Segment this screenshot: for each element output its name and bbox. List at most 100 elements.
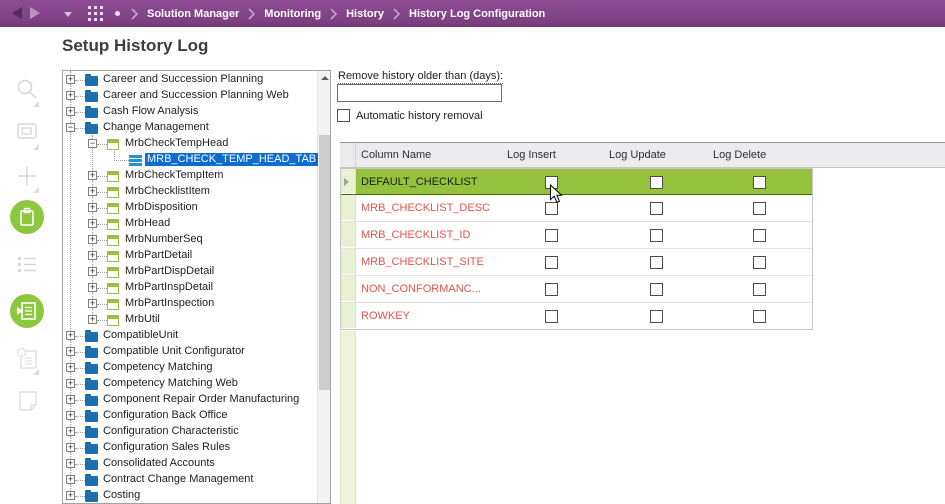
tree-item-label[interactable]: Competency Matching — [101, 361, 214, 374]
log-insert-checkbox[interactable] — [545, 283, 558, 296]
history-dropdown-icon[interactable] — [64, 12, 72, 17]
tree-item-label[interactable]: Costing — [101, 489, 142, 502]
row-selector-cell[interactable] — [340, 195, 356, 221]
tree-item-mrbnumberseq[interactable]: MrbNumberSeq — [63, 232, 330, 248]
tree-item-label[interactable]: MrbHead — [123, 217, 172, 230]
tree-item-label[interactable]: MRB_CHECK_TEMP_HEAD_TAB — [145, 153, 319, 166]
tree-item-mrbpartdetail[interactable]: MrbPartDetail — [63, 248, 330, 264]
collapse-icon[interactable] — [66, 123, 75, 132]
tree-item-label[interactable]: Configuration Characteristic — [101, 425, 241, 438]
tree-item-change-management[interactable]: Change Management — [63, 120, 330, 136]
expand-icon[interactable] — [66, 107, 75, 116]
tree-item-label[interactable]: MrbDisposition — [123, 201, 200, 214]
row-selector-cell[interactable] — [340, 222, 356, 248]
tree-item-mrbpartinspection[interactable]: MrbPartInspection — [63, 296, 330, 312]
note-icon[interactable] — [16, 389, 40, 418]
column-name-cell[interactable]: DEFAULT_CHECKLIST — [361, 169, 478, 194]
tree-item-label[interactable]: Change Management — [101, 121, 211, 134]
expand-icon[interactable] — [66, 331, 75, 340]
scrollbar-thumb[interactable] — [319, 135, 330, 390]
tree-item-configuration-characteristic[interactable]: Configuration Characteristic — [63, 424, 330, 440]
row-selector-cell[interactable] — [340, 169, 356, 194]
tree-item-contract-change-management[interactable]: Contract Change Management — [63, 472, 330, 488]
tree-item-component-repair-order-manufacturing[interactable]: Component Repair Order Manufacturing — [63, 392, 330, 408]
grid-row-rowkey[interactable]: ROWKEY — [340, 303, 813, 330]
log-delete-checkbox[interactable] — [753, 229, 766, 242]
tree-item-label[interactable]: MrbPartDispDetail — [123, 265, 216, 278]
tree-item-mrbdisposition[interactable]: MrbDisposition — [63, 200, 330, 216]
tree-item-configuration-sales-rules[interactable]: Configuration Sales Rules — [63, 440, 330, 456]
tree-item-mrbpartinspdetail[interactable]: MrbPartInspDetail — [63, 280, 330, 296]
log-delete-checkbox[interactable] — [753, 176, 766, 189]
log-update-checkbox[interactable] — [650, 256, 663, 269]
log-delete-checkbox[interactable] — [753, 256, 766, 269]
tree-item-label[interactable]: MrbUtil — [123, 313, 162, 326]
tree-item-label[interactable]: MrbCheckTempItem — [123, 169, 225, 182]
log-delete-checkbox[interactable] — [753, 310, 766, 323]
forward-icon[interactable] — [30, 7, 40, 19]
tree-item-mrb-check-temp-head-tab[interactable]: MRB_CHECK_TEMP_HEAD_TAB — [63, 152, 330, 168]
expand-icon[interactable] — [66, 347, 75, 356]
tree-item-label[interactable]: MrbPartInspection — [123, 297, 216, 310]
tree-item-competency-matching-web[interactable]: Competency Matching Web — [63, 376, 330, 392]
log-update-checkbox[interactable] — [650, 310, 663, 323]
tree-item-label[interactable]: MrbCheckTempHead — [123, 137, 230, 150]
grid-row-mrb-checklist-id[interactable]: MRB_CHECKLIST_ID — [340, 222, 813, 249]
back-icon[interactable] — [12, 7, 22, 19]
column-name-cell[interactable]: ROWKEY — [361, 303, 410, 329]
breadcrumb-history-log-configuration[interactable]: History Log Configuration — [409, 8, 545, 20]
row-selector-cell[interactable] — [340, 303, 356, 329]
expand-icon[interactable] — [66, 491, 75, 500]
tree-item-mrbutil[interactable]: MrbUtil — [63, 312, 330, 328]
tree-item-career-and-succession-planning[interactable]: Career and Succession Planning — [63, 72, 330, 88]
grid-row-non-conformanc[interactable]: NON_CONFORMANC... — [340, 276, 813, 303]
tree-item-mrbchecklistitem[interactable]: MrbChecklistItem — [63, 184, 330, 200]
tree-item-label[interactable]: MrbPartInspDetail — [123, 281, 215, 294]
document-navigator-icon[interactable] — [10, 294, 44, 328]
expand-icon[interactable] — [88, 299, 97, 308]
tree-item-label[interactable]: Consolidated Accounts — [101, 457, 217, 470]
tree-item-mrbchecktemphead[interactable]: MrbCheckTempHead — [63, 136, 330, 152]
tree-item-mrbhead[interactable]: MrbHead — [63, 216, 330, 232]
column-name-cell[interactable]: MRB_CHECKLIST_ID — [361, 222, 470, 248]
checklist-icon[interactable] — [16, 255, 38, 278]
log-insert-checkbox[interactable] — [545, 229, 558, 242]
scroll-up-icon[interactable] — [318, 71, 330, 84]
expand-icon[interactable] — [66, 395, 75, 404]
expand-icon[interactable] — [66, 363, 75, 372]
grid-row-default-checklist[interactable]: DEFAULT_CHECKLIST — [340, 168, 813, 195]
tree-item-configuration-back-office[interactable]: Configuration Back Office — [63, 408, 330, 424]
collapse-icon[interactable] — [88, 139, 97, 148]
expand-icon[interactable] — [88, 235, 97, 244]
log-update-checkbox[interactable] — [650, 176, 663, 189]
expand-icon[interactable] — [66, 75, 75, 84]
tree-item-compatible-unit-configurator[interactable]: Compatible Unit Configurator — [63, 344, 330, 360]
app-grid-icon[interactable] — [88, 6, 103, 21]
expand-icon[interactable] — [88, 251, 97, 260]
expand-icon[interactable] — [66, 91, 75, 100]
log-insert-checkbox[interactable] — [545, 310, 558, 323]
grid-row-mrb-checklist-desc[interactable]: MRB_CHECKLIST_DESC — [340, 195, 813, 222]
tree-item-label[interactable]: Contract Change Management — [101, 473, 255, 486]
tree-item-competency-matching[interactable]: Competency Matching — [63, 360, 330, 376]
row-selector-cell[interactable] — [340, 249, 356, 275]
column-name-cell[interactable]: MRB_CHECKLIST_SITE — [361, 249, 484, 275]
tree-item-label[interactable]: Component Repair Order Manufacturing — [101, 393, 301, 406]
tree-item-label[interactable]: Configuration Sales Rules — [101, 441, 232, 454]
log-update-checkbox[interactable] — [650, 283, 663, 296]
tree-item-career-and-succession-planning-web[interactable]: Career and Succession Planning Web — [63, 88, 330, 104]
expand-icon[interactable] — [88, 283, 97, 292]
tree-item-consolidated-accounts[interactable]: Consolidated Accounts — [63, 456, 330, 472]
tree-item-label[interactable]: Competency Matching Web — [101, 377, 240, 390]
breadcrumb-solution-manager[interactable]: Solution Manager — [147, 8, 239, 20]
expand-icon[interactable] — [66, 459, 75, 468]
expand-icon[interactable] — [88, 315, 97, 324]
tree-item-label[interactable]: MrbPartDetail — [123, 249, 194, 262]
expand-icon[interactable] — [66, 427, 75, 436]
expand-icon[interactable] — [88, 219, 97, 228]
log-update-checkbox[interactable] — [650, 202, 663, 215]
column-name-cell[interactable]: MRB_CHECKLIST_DESC — [361, 195, 490, 221]
expand-icon[interactable] — [66, 379, 75, 388]
breadcrumb-monitoring[interactable]: Monitoring — [264, 8, 321, 20]
tree-item-label[interactable]: Compatible Unit Configurator — [101, 345, 247, 358]
